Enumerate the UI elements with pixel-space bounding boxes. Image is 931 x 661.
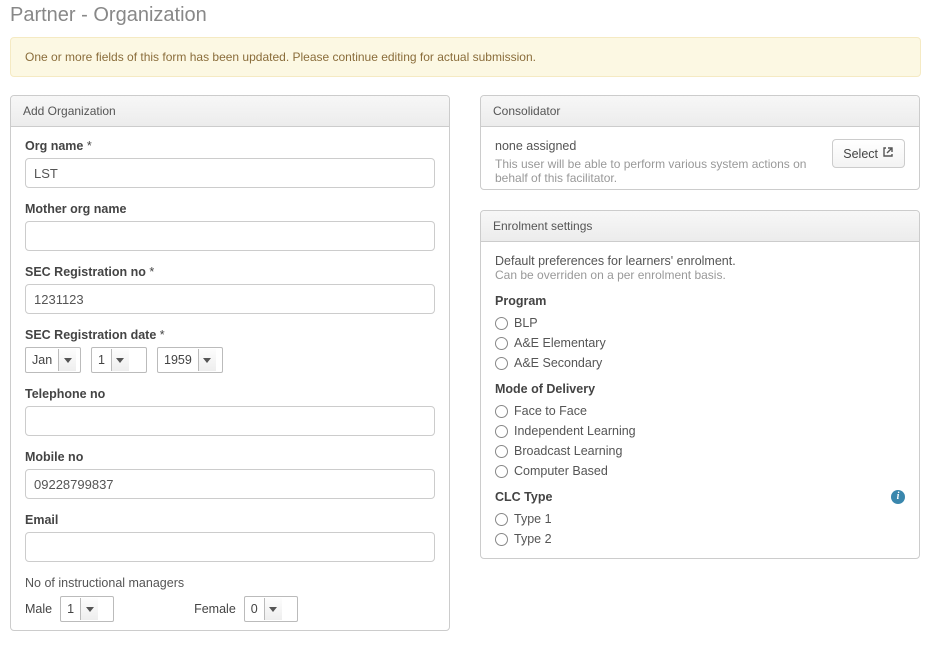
male-count-select[interactable]: 1 (60, 596, 114, 622)
female-count-select[interactable]: 0 (244, 596, 298, 622)
sec-reg-date-year-select[interactable]: 1959 (157, 347, 223, 373)
info-icon[interactable]: i (891, 490, 905, 504)
chevron-down-icon (264, 598, 282, 620)
consolidator-heading: Consolidator (481, 96, 919, 127)
radio-icon (495, 357, 508, 370)
sec-reg-date-month-select[interactable]: Jan (25, 347, 81, 373)
radio-icon (495, 465, 508, 478)
chevron-down-icon (80, 598, 98, 620)
mode-radio-independent-learning[interactable]: Independent Learning (495, 424, 905, 438)
add-organization-heading: Add Organization (11, 96, 449, 127)
mode-radio-broadcast-learning[interactable]: Broadcast Learning (495, 444, 905, 458)
sec-reg-date-label: SEC Registration date * (25, 328, 435, 342)
org-name-input[interactable] (25, 158, 435, 188)
enrolment-intro-subtext: Can be overriden on a per enrolment basi… (495, 268, 905, 282)
radio-icon (495, 405, 508, 418)
org-name-label: Org name * (25, 139, 435, 153)
radio-icon (495, 337, 508, 350)
chevron-down-icon (58, 349, 76, 371)
program-radio-ae-elementary[interactable]: A&E Elementary (495, 336, 905, 350)
sec-reg-no-input[interactable] (25, 284, 435, 314)
telephone-label: Telephone no (25, 387, 435, 401)
email-input[interactable] (25, 532, 435, 562)
female-label: Female (194, 602, 236, 616)
form-updated-alert: One or more fields of this form has been… (10, 37, 921, 77)
telephone-input[interactable] (25, 406, 435, 436)
email-label: Email (25, 513, 435, 527)
mobile-label: Mobile no (25, 450, 435, 464)
page-title: Partner - Organization (10, 4, 921, 27)
chevron-down-icon (111, 349, 129, 371)
add-organization-panel: Add Organization Org name * Mother org n… (10, 95, 450, 631)
sec-reg-no-label: SEC Registration no * (25, 265, 435, 279)
clc-type-label: CLC Type i (495, 490, 905, 504)
radio-icon (495, 533, 508, 546)
clc-radio-type-2[interactable]: Type 2 (495, 532, 905, 546)
radio-icon (495, 445, 508, 458)
external-link-icon (882, 146, 894, 161)
consolidator-panel: Consolidator Select none assigned This u… (480, 95, 920, 190)
mother-org-label: Mother org name (25, 202, 435, 216)
radio-icon (495, 513, 508, 526)
enrolment-intro-text: Default preferences for learners' enrolm… (495, 254, 905, 268)
clc-radio-type-1[interactable]: Type 1 (495, 512, 905, 526)
male-label: Male (25, 602, 52, 616)
num-managers-label: No of instructional managers (25, 576, 435, 590)
program-label: Program (495, 294, 905, 308)
consolidator-help-text: This user will be able to perform variou… (495, 157, 815, 185)
mode-of-delivery-label: Mode of Delivery (495, 382, 905, 396)
enrolment-settings-panel: Enrolment settings Default preferences f… (480, 210, 920, 559)
mobile-input[interactable] (25, 469, 435, 499)
radio-icon (495, 317, 508, 330)
program-radio-ae-secondary[interactable]: A&E Secondary (495, 356, 905, 370)
program-radio-blp[interactable]: BLP (495, 316, 905, 330)
enrolment-heading: Enrolment settings (481, 211, 919, 242)
mode-radio-face-to-face[interactable]: Face to Face (495, 404, 905, 418)
mother-org-input[interactable] (25, 221, 435, 251)
select-consolidator-button[interactable]: Select (832, 139, 905, 168)
chevron-down-icon (198, 349, 216, 371)
mode-radio-computer-based[interactable]: Computer Based (495, 464, 905, 478)
radio-icon (495, 425, 508, 438)
sec-reg-date-day-select[interactable]: 1 (91, 347, 147, 373)
